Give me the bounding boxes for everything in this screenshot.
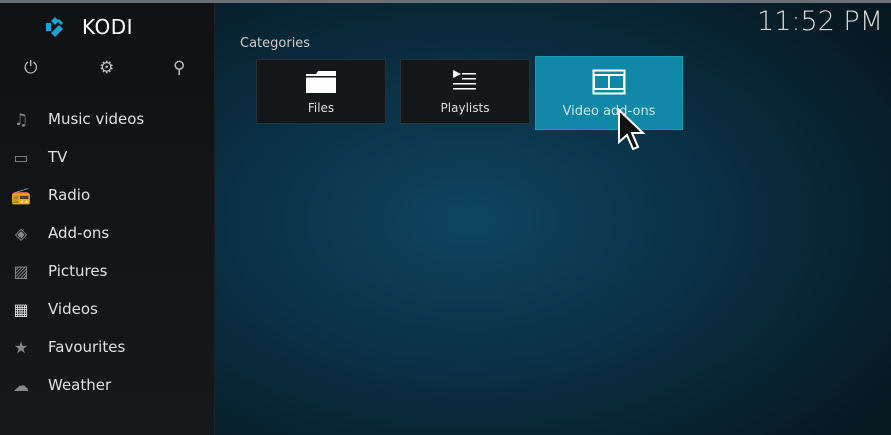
sidebar-item-weather[interactable]: ☁ Weather xyxy=(0,367,215,403)
search-icon[interactable]: ⚲ xyxy=(173,58,185,78)
app-name: KODI xyxy=(82,15,134,39)
sidebar-item-radio[interactable]: 📻 Radio xyxy=(0,177,215,213)
music-video-icon: ♫ xyxy=(13,109,29,129)
sidebar-item-music-videos[interactable]: ♫ Music videos xyxy=(0,101,215,137)
sidebar-item-tv[interactable]: ▭ TV xyxy=(0,139,215,175)
radio-icon: 📻 xyxy=(11,185,31,205)
sidebar: KODI ⏻ ⚙ ⚲ ♫ Music videos ▭ TV 📻 Radio ◈ Add… xyxy=(0,3,215,435)
clock: 11:52 PM xyxy=(757,6,883,37)
settings-icon[interactable]: ⚙ xyxy=(99,58,114,78)
tile-label: Video add-ons xyxy=(562,104,656,119)
tile-label: Playlists xyxy=(440,101,490,115)
kodi-logo: KODI xyxy=(44,15,133,39)
section-title: Categories xyxy=(240,36,311,51)
film-icon: ▦ xyxy=(13,299,29,319)
sidebar-item-addons[interactable]: ◈ Add-ons xyxy=(0,215,215,251)
kodi-logo-icon xyxy=(46,17,63,37)
tile-label: Files xyxy=(307,101,335,115)
tv-icon: ▭ xyxy=(13,147,29,167)
addons-icon: ◈ xyxy=(14,223,28,243)
sidebar-item-videos[interactable]: ▦ Videos xyxy=(0,291,215,327)
tile-video-addons[interactable]: Video add-ons xyxy=(535,56,683,130)
weather-icon: ☁ xyxy=(13,375,29,395)
star-icon: ★ xyxy=(13,337,29,357)
pictures-icon: ▨ xyxy=(13,261,29,281)
folder-icon xyxy=(306,71,336,93)
film-icon xyxy=(592,69,626,95)
tile-files[interactable]: Files xyxy=(256,59,386,124)
mouse-cursor-icon xyxy=(618,108,646,151)
tile-playlists[interactable]: Playlists xyxy=(400,59,530,124)
power-icon[interactable]: ⏻ xyxy=(24,58,37,78)
sidebar-item-pictures[interactable]: ▨ Pictures xyxy=(0,253,215,289)
playlist-icon xyxy=(453,70,476,90)
sidebar-item-favourites[interactable]: ★ Favourites xyxy=(0,329,215,365)
